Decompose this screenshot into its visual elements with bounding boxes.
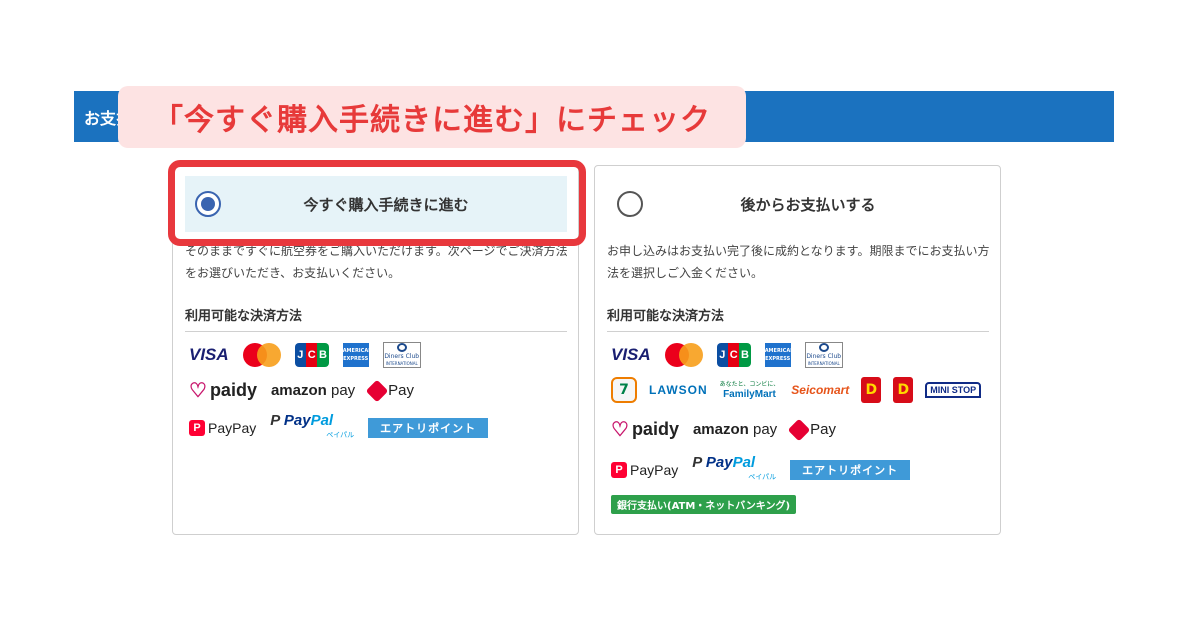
- seven-eleven-logo: 7: [611, 377, 637, 403]
- familymart-logo: あなたと、コンビに、 FamilyMart: [719, 381, 780, 400]
- logo-row-cards: VISA JCB AMERICAN EXPRESS Diners Club INT…: [611, 342, 843, 368]
- visa-logo: VISA: [611, 345, 651, 364]
- logo-row-bank: 銀行支払い(ATM・ネットバンキング): [611, 495, 797, 514]
- paidy-logo: ♡ paidy: [189, 380, 257, 402]
- amazon-pay-logo: amazon pay: [270, 382, 356, 399]
- payment-methods-title: 利用可能な決済方法: [607, 309, 725, 324]
- bank-transfer-logo: 銀行支払い(ATM・ネットバンキング): [611, 495, 797, 514]
- logo-row-wallets: ♡ paidy amazon pay Pay: [611, 417, 836, 442]
- option-description: お申し込みはお支払い完了後に成約となります。期限までにお支払い方法を選択しご入金…: [607, 244, 990, 280]
- option-description: そのままですぐに航空券をご購入いただけます。次ページでご決済方法をお選びいただき…: [185, 244, 568, 280]
- d-pay-logo: Pay: [787, 418, 836, 441]
- option-pay-later[interactable]: 後からお支払いする: [607, 176, 989, 232]
- instruction-callout: 「今すぐ購入手続きに進む」にチェック: [118, 86, 746, 148]
- logo-row-wallets: ♡ paidy amazon pay Pay: [189, 378, 414, 403]
- option-label: 後からお支払いする: [740, 195, 876, 214]
- logo-row-other: P PayPay P PayPal ペイパル エアトリポイント: [189, 412, 489, 442]
- divider: [607, 331, 989, 332]
- mastercard-logo: [664, 343, 703, 367]
- amex-logo: AMERICAN EXPRESS: [764, 343, 794, 367]
- new-daily-logo: D: [893, 377, 914, 403]
- lawson-logo: LAWSON: [649, 383, 708, 397]
- daily-yamazaki-logo: D: [861, 377, 882, 403]
- diners-club-logo: Diners Club INTERNATIONAL: [804, 342, 843, 368]
- paidy-logo: ♡ paidy: [611, 419, 679, 441]
- paypal-logo: P PayPal ペイパル: [270, 412, 355, 439]
- instruction-callout-text: 「今すぐ購入手続きに進む」にチェック: [153, 103, 711, 138]
- jcb-logo: JCB: [294, 343, 329, 367]
- logo-row-cards: VISA JCB AMERICAN EXPRESS Diners Club INT…: [189, 342, 421, 368]
- logo-row-convenience: 7 LAWSON あなたと、コンビに、 FamilyMart Seicomart …: [611, 377, 982, 403]
- paypal-logo: P PayPal ペイパル: [692, 454, 777, 481]
- seicomart-logo: Seicomart: [791, 383, 850, 397]
- radio-pay-later[interactable]: [617, 191, 643, 217]
- highlight-frame: [168, 160, 586, 246]
- payment-methods-title: 利用可能な決済方法: [185, 309, 303, 324]
- d-pay-logo: Pay: [365, 379, 414, 402]
- jcb-logo: JCB: [716, 343, 751, 367]
- amex-logo: AMERICAN EXPRESS: [342, 343, 372, 367]
- logo-row-other: P PayPay P PayPal ペイパル エアトリポイント: [611, 454, 911, 484]
- ministop-logo: MINI STOP: [925, 382, 982, 398]
- divider: [185, 331, 567, 332]
- aeri-point-logo: エアトリポイント: [368, 418, 489, 438]
- diners-club-logo: Diners Club INTERNATIONAL: [382, 342, 421, 368]
- amazon-pay-logo: amazon pay: [692, 421, 778, 438]
- paypay-logo: P PayPay: [611, 462, 678, 478]
- paypay-logo: P PayPay: [189, 420, 256, 436]
- mastercard-logo: [242, 343, 281, 367]
- aeri-point-logo: エアトリポイント: [790, 460, 911, 480]
- visa-logo: VISA: [189, 345, 229, 364]
- option-card-pay-later[interactable]: 後からお支払いする お申し込みはお支払い完了後に成約となります。期限までにお支払…: [594, 165, 1001, 535]
